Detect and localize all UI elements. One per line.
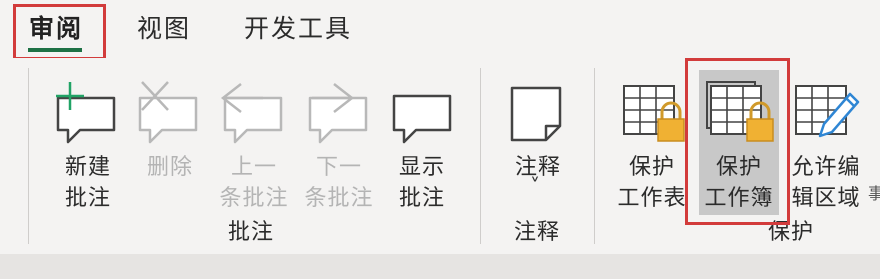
show-comments-icon <box>392 94 452 144</box>
previous-comment-label: 上一 条批注 <box>219 155 289 211</box>
tab-view[interactable]: 视图 <box>137 12 191 46</box>
new-comment-button[interactable]: 新建 批注 <box>48 70 128 215</box>
new-comment-icon <box>56 82 116 144</box>
next-comment-icon <box>308 83 368 144</box>
ribbon-bottom-strip <box>0 254 880 279</box>
protect-workbook-highlight-box <box>685 58 790 225</box>
show-comments-label: 显示 批注 <box>398 155 445 211</box>
ribbon-tab-strip: 审阅 视图 开发工具 <box>0 0 880 58</box>
tab-highlight-box <box>13 4 106 60</box>
cut-off-button-label: 事 <box>868 184 880 203</box>
allow-edit-ranges-button[interactable]: 允许编 辑区域 <box>786 70 866 215</box>
protect-sheet-icon <box>623 85 685 142</box>
show-comments-button[interactable]: 显示 批注 <box>384 70 460 215</box>
delete-comment-button[interactable]: 删除 <box>130 70 210 215</box>
allow-edit-ranges-label: 允许编 辑区域 <box>791 155 861 211</box>
left-separator <box>28 68 29 244</box>
allow-edit-ranges-icon <box>795 85 860 138</box>
previous-comment-icon <box>220 83 283 144</box>
next-comment-button[interactable]: 下一 条批注 <box>298 70 380 215</box>
tab-developer[interactable]: 开发工具 <box>244 12 352 46</box>
previous-comment-button[interactable]: 上一 条批注 <box>213 70 295 215</box>
protect-sheet-label: 保护 工作表 <box>617 155 687 211</box>
note-icon <box>510 86 562 142</box>
new-comment-label: 新建 批注 <box>64 155 111 211</box>
group-separator <box>594 68 595 244</box>
group-separator <box>480 68 481 244</box>
chevron-down-icon[interactable]: ˅ <box>530 174 540 198</box>
next-comment-label: 下一 条批注 <box>304 155 374 211</box>
delete-comment-label: 删除 <box>146 155 193 180</box>
comments-group-label: 批注 <box>228 220 275 245</box>
delete-comment-icon <box>138 81 198 144</box>
protect-sheet-button[interactable]: 保护 工作表 <box>614 70 690 215</box>
notes-group-label: 注释 <box>514 220 561 245</box>
